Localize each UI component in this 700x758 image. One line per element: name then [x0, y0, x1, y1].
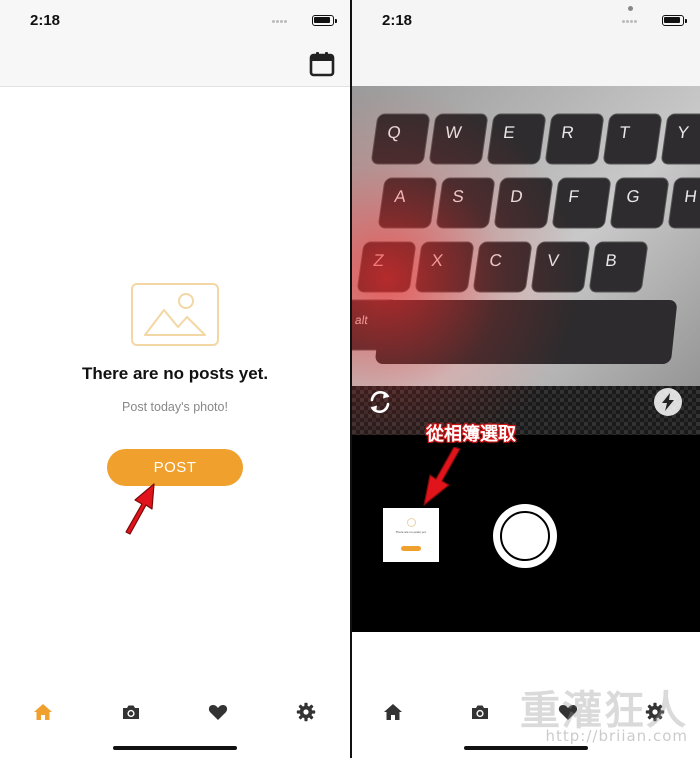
annotation-arrow — [125, 483, 155, 535]
home-indicator — [464, 746, 588, 750]
tab-camera[interactable] — [460, 692, 500, 732]
heart-icon — [208, 704, 228, 720]
placeholder-image-icon — [131, 283, 219, 346]
camera-top-bar: 2:18 — [352, 0, 700, 86]
camera-icon — [472, 705, 488, 719]
battery-icon — [312, 15, 337, 26]
thumbnail-title: There are no posts yet. — [395, 530, 427, 534]
switch-camera-icon — [370, 391, 390, 413]
home-indicator — [113, 746, 237, 750]
signal-icon — [272, 20, 288, 24]
empty-state-subtitle: Post today's photo! — [122, 400, 228, 414]
calendar-button[interactable] — [308, 50, 336, 78]
flash-button[interactable] — [654, 388, 682, 416]
photo-album-button[interactable]: There are no posts yet. — [383, 508, 439, 562]
annotation-arrow — [423, 447, 461, 506]
camera-screen: 2:18 從相簿選取 There are no posts yet. 重灌狂人 … — [352, 0, 700, 758]
shutter-button[interactable] — [493, 504, 557, 568]
status-bar: 2:18 — [0, 0, 350, 42]
signal-icon — [622, 20, 638, 24]
status-bar: 2:18 — [352, 0, 700, 42]
watermark-url: http://briian.com — [545, 727, 688, 745]
status-time: 2:18 — [382, 12, 413, 29]
thumbnail-post-button — [401, 546, 421, 551]
tab-settings[interactable] — [286, 692, 326, 732]
tab-home[interactable] — [373, 692, 413, 732]
tab-favorites[interactable] — [198, 692, 238, 732]
app-header: 2:18 — [0, 0, 350, 87]
camera-preview: QWERTYASDFGHZXCVBalt — [352, 86, 700, 435]
empty-state-title: There are no posts yet. — [81, 364, 269, 383]
tab-home[interactable] — [23, 692, 63, 732]
flash-icon — [662, 393, 674, 411]
keyboard-preview-image: QWERTYASDFGHZXCVBalt — [352, 86, 700, 435]
calendar-icon — [309, 52, 335, 77]
annotation-label: 從相簿選取 — [426, 424, 516, 445]
feed-screen: 2:18 There are no posts yet. Post today'… — [0, 0, 350, 758]
status-time: 2:18 — [30, 12, 61, 29]
tab-camera[interactable] — [111, 692, 151, 732]
thumbnail-placeholder-icon — [407, 518, 416, 527]
battery-icon — [662, 15, 687, 26]
gear-icon — [296, 702, 316, 722]
camera-indicator-dot — [628, 6, 633, 11]
switch-camera-button[interactable] — [366, 388, 394, 416]
tab-bar — [0, 692, 350, 732]
camera-icon — [123, 705, 139, 719]
home-icon — [384, 704, 402, 720]
home-icon — [34, 704, 52, 720]
